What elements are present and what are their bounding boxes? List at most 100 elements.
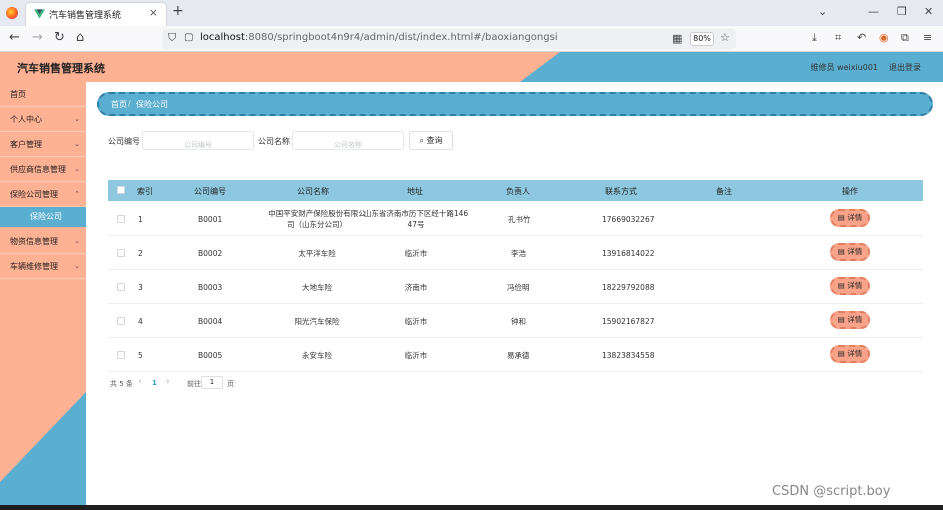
table-row: 1 B0001 中国平安财产保险股份有限公 司（山东分公司） 山东省济南市历下区经… xyxy=(108,202,923,236)
bookmark-star-icon[interactable]: ☆ xyxy=(720,31,730,44)
cell-address: 山东省济南市历下区经十路146 47号 xyxy=(363,208,469,230)
crop-icon[interactable]: ⌗ xyxy=(835,31,841,45)
extension-fox-icon[interactable]: ◉ xyxy=(879,31,889,44)
restore-button[interactable]: ❐ xyxy=(897,5,907,18)
current-user: 维修员 weixiu001 xyxy=(810,63,878,72)
sidebar-item-repairs[interactable]: 车辆维修管理 ⌄ xyxy=(0,254,86,279)
tab-list-icon[interactable]: ⌄ xyxy=(818,5,827,18)
url-bar[interactable]: ⛉ ▢ localhost:8080/springboot4n9r4/admin… xyxy=(162,29,736,49)
chevron-down-icon: ⌄ xyxy=(74,262,80,270)
select-all-checkbox[interactable] xyxy=(117,186,125,194)
detail-button[interactable]: ▤ 详情 xyxy=(830,277,870,295)
sidebar-item-materials[interactable]: 物资信息管理 ⌄ xyxy=(0,229,86,254)
app-header: 汽车销售管理系统 维修员 weixiu001 退出登录 xyxy=(0,52,943,82)
sidebar-item-insurance-company[interactable]: 保险公司 xyxy=(0,207,86,227)
col-person: 负责人 xyxy=(506,187,530,196)
detail-icon: ▤ xyxy=(837,315,845,324)
browser-tab[interactable]: 汽车销售管理系统 × xyxy=(25,2,167,26)
sidebar-item-label: 客户管理 xyxy=(10,140,42,149)
breadcrumb-home[interactable]: 首页 xyxy=(111,99,127,110)
detail-label: 详情 xyxy=(847,247,863,256)
col-code: 公司编号 xyxy=(194,187,226,196)
pager-next-button[interactable]: › xyxy=(166,377,170,387)
company-code-field[interactable] xyxy=(142,131,254,154)
minimize-button[interactable]: — xyxy=(868,5,879,18)
home-icon[interactable]: ⌂ xyxy=(76,30,84,46)
cell-contact: 13823834558 xyxy=(602,351,655,360)
table-row: 2 B0002 太平洋车险 临沂市 李浩 13916814022 ▤ 详情 xyxy=(108,236,923,270)
extensions-icon[interactable]: ⧉ xyxy=(901,31,909,45)
chevron-down-icon: ⌄ xyxy=(74,165,80,173)
detail-button[interactable]: ▤ 详情 xyxy=(830,311,870,329)
company-name-field[interactable] xyxy=(292,131,404,154)
detail-button[interactable]: ▤ 详情 xyxy=(830,209,870,227)
table-header: 索引 公司编号 公司名称 地址 负责人 联系方式 备注 操作 xyxy=(108,180,923,201)
cell-address: 临沂市 xyxy=(363,248,469,259)
cell-name-line: 司（山东分公司） xyxy=(287,220,347,229)
sidebar-item-label: 保险公司 xyxy=(30,212,62,221)
firefox-icon[interactable] xyxy=(6,7,18,19)
row-checkbox[interactable] xyxy=(117,351,125,359)
query-button-label: 查询 xyxy=(426,136,443,145)
close-window-button[interactable]: ✕ xyxy=(924,5,933,18)
cell-name: 中国平安财产保险股份有限公 司（山东分公司） xyxy=(260,208,374,230)
chevron-down-icon: ⌄ xyxy=(74,237,80,245)
row-checkbox[interactable] xyxy=(117,215,125,223)
table-row: 3 B0003 大地车险 济南市 冯俭明 18229792088 ▤ 详情 xyxy=(108,270,923,304)
sidebar-item-customers[interactable]: 客户管理 ⌄ xyxy=(0,132,86,157)
back-button[interactable]: ← xyxy=(9,30,20,46)
reload-button[interactable]: ↻ xyxy=(54,30,65,46)
new-tab-button[interactable]: + xyxy=(172,3,184,19)
navigation-toolbar: ← → ↻ ⌂ ⛉ ▢ localhost:8080/springboot4n9… xyxy=(0,26,943,52)
logout-link[interactable]: 退出登录 xyxy=(889,62,921,73)
cell-index: 1 xyxy=(138,215,143,224)
row-checkbox[interactable] xyxy=(117,283,125,291)
download-icon[interactable]: ⤓ xyxy=(812,31,817,45)
cell-address-line: 临沂市 xyxy=(404,351,428,360)
cell-contact: 17669032267 xyxy=(602,215,655,224)
cell-code: B0003 xyxy=(198,283,223,292)
pager-goto-input[interactable]: 1 xyxy=(201,376,223,389)
qr-code-icon[interactable]: ▦ xyxy=(672,32,682,45)
menu-icon[interactable]: ≡ xyxy=(923,31,932,44)
pager-goto-label: 前往 xyxy=(187,380,201,388)
undo-icon[interactable]: ↶ xyxy=(857,31,866,44)
chevron-down-icon: ⌄ xyxy=(74,140,80,148)
sidebar-item-label: 保险公司管理 xyxy=(10,190,58,199)
cell-contact: 18229792088 xyxy=(602,283,655,292)
sidebar-item-suppliers[interactable]: 供应商信息管理 ⌄ xyxy=(0,157,86,182)
col-index: 索引 xyxy=(137,187,153,196)
company-name-input[interactable] xyxy=(293,136,403,154)
pager-page-1[interactable]: 1 xyxy=(152,379,157,387)
detail-label: 详情 xyxy=(847,349,863,358)
cell-name-line: 太平洋车险 xyxy=(298,249,336,258)
url-text[interactable]: localhost:8080/springboot4n9r4/admin/dis… xyxy=(200,32,558,43)
sidebar-item-profile[interactable]: 个人中心 ⌄ xyxy=(0,107,86,132)
row-checkbox[interactable] xyxy=(117,317,125,325)
shield-icon[interactable]: ⛉ xyxy=(168,30,176,46)
detail-button[interactable]: ▤ 详情 xyxy=(830,243,870,261)
sidebar-item-label: 首页 xyxy=(10,90,26,99)
sidebar-item-label: 物资信息管理 xyxy=(10,237,58,246)
row-checkbox[interactable] xyxy=(117,249,125,257)
zoom-level[interactable]: 80% xyxy=(690,32,714,46)
tab-close-icon[interactable]: × xyxy=(149,6,158,19)
sidebar-item-home[interactable]: 首页 xyxy=(0,82,86,107)
detail-icon: ▤ xyxy=(837,349,845,358)
pager-prev-button[interactable]: ‹ xyxy=(138,377,142,387)
cell-address: 临沂市 xyxy=(363,350,469,361)
sidebar-item-insurance-mgmt[interactable]: 保险公司管理 ⌃ xyxy=(0,182,86,207)
cell-name: 太平洋车险 xyxy=(260,248,374,259)
cell-name: 永安车险 xyxy=(260,350,374,361)
forward-button[interactable]: → xyxy=(32,30,43,46)
company-code-input[interactable] xyxy=(143,136,253,154)
cell-code: B0002 xyxy=(198,249,223,258)
detail-button[interactable]: ▤ 详情 xyxy=(830,345,870,363)
cell-name: 大地车险 xyxy=(260,282,374,293)
cell-index: 5 xyxy=(138,351,143,360)
breadcrumb-current: 保险公司 xyxy=(136,100,168,109)
cell-name-line: 中国平安财产保险股份有限公 xyxy=(268,209,366,218)
cell-person: 李浩 xyxy=(511,249,526,258)
query-button[interactable]: ⌕ 查询 xyxy=(409,131,453,150)
chevron-up-icon: ⌃ xyxy=(74,190,80,198)
